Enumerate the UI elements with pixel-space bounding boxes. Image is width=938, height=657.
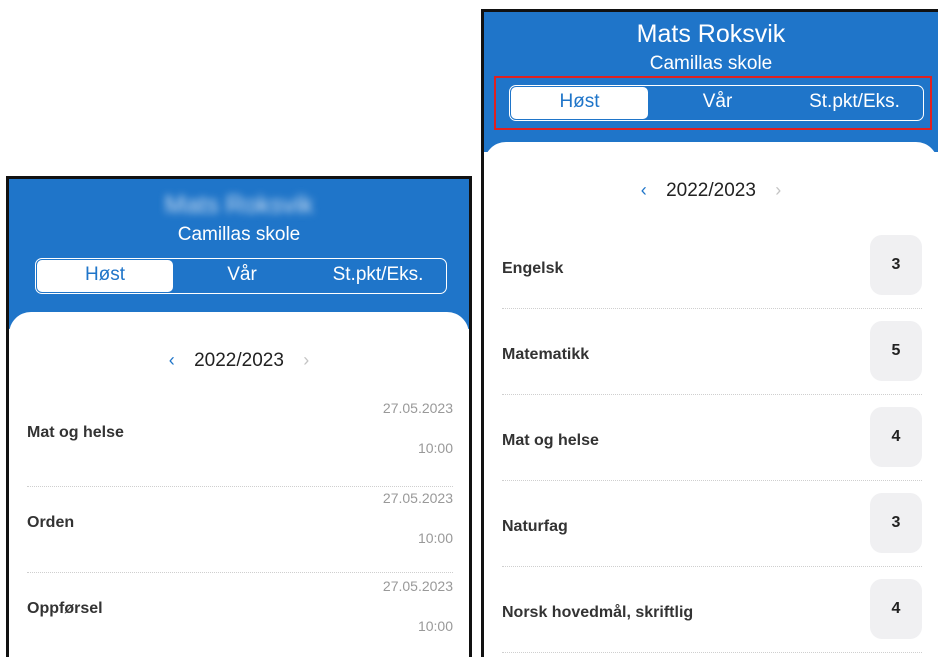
left-screenshot-panel: Mats Roksvik Camillas skole Høst Vår St.… [6,176,472,657]
row-subject: Engelsk [502,260,564,277]
row-subject: Orden [27,514,75,531]
grade-badge: 5 [870,321,922,381]
chevron-right-icon[interactable]: › [775,180,781,200]
row-date: 27.05.2023 [382,400,453,416]
tab-var[interactable]: Vår [174,259,310,293]
list-item[interactable]: Naturfag 3 [502,480,922,567]
right-screenshot-panel: Mats Roksvik Camillas skole Høst Vår St.… [481,9,938,657]
chevron-right-icon[interactable]: › [303,350,309,370]
chevron-left-icon[interactable]: ‹ [169,350,175,370]
year-navigator: ‹ 2022/2023 › [9,350,469,372]
student-name-blurred: Mats Roksvik [164,191,314,219]
content-card: ‹ 2022/2023 › Engelsk 3 Matematikk 5 Mat… [484,142,938,657]
tab-var[interactable]: Vår [649,86,786,120]
list-item[interactable]: 27.05.2023 Orden 10:00 [27,486,453,573]
list-item[interactable]: Norsk hovedmål, skriftlig 4 [502,566,922,653]
tab-host[interactable]: Høst [37,260,173,292]
term-segmented-control: Høst Vår St.pkt/Eks. [509,85,924,121]
row-time: 10:00 [417,530,453,546]
school-year: 2022/2023 [194,350,284,371]
term-segmented-control: Høst Vår St.pkt/Eks. [35,258,447,294]
row-subject: Norsk hovedmål, skriftlig [502,604,694,621]
grade-badge: 3 [870,235,922,295]
row-subject: Naturfag [502,518,568,535]
content-card: ‹ 2022/2023 › 27.05.2023 Mat og helse 10… [9,312,469,657]
student-name: Mats Roksvik [636,20,786,48]
row-subject: Mat og helse [502,432,599,449]
school-name: Camillas skole [177,224,301,245]
list-item[interactable]: 27.05.2023 Mat og helse 10:00 [27,400,453,487]
row-subject: Mat og helse [27,424,124,441]
row-date: 27.05.2023 [382,578,453,594]
grade-badge: 4 [870,579,922,639]
tab-host[interactable]: Høst [511,87,648,119]
row-date: 27.05.2023 [382,490,453,506]
chevron-left-icon[interactable]: ‹ [641,180,647,200]
school-name: Camillas skole [649,53,773,74]
row-subject: Oppførsel [27,600,103,617]
row-time: 10:00 [417,440,453,456]
list-item[interactable]: Matematikk 5 [502,308,922,395]
grade-badge: 3 [870,493,922,553]
list-item[interactable]: Mat og helse 4 [502,394,922,481]
tab-stpkt-eks[interactable]: St.pkt/Eks. [786,86,923,120]
profile-header: Mats Roksvik Camillas skole Høst Vår St.… [484,12,938,152]
list-item[interactable]: Engelsk 3 [502,222,922,309]
list-item[interactable]: 27.05.2023 Oppførsel 10:00 [27,572,453,657]
row-subject: Matematikk [502,346,590,363]
year-navigator: ‹ 2022/2023 › [484,180,938,202]
grade-badge: 4 [870,407,922,467]
profile-header: Mats Roksvik Camillas skole Høst Vår St.… [9,179,469,329]
tab-stpkt-eks[interactable]: St.pkt/Eks. [310,259,446,293]
school-year: 2022/2023 [666,180,756,201]
row-time: 10:00 [417,618,453,634]
